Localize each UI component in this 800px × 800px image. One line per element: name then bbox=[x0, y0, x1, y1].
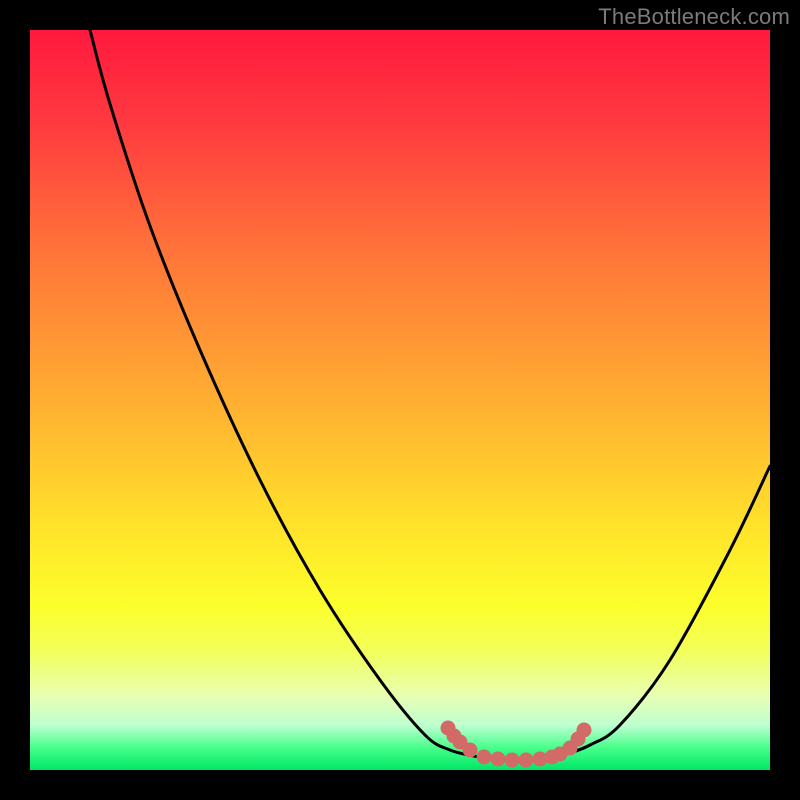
bottleneck-curve bbox=[90, 30, 770, 759]
accent-dot bbox=[505, 753, 520, 768]
accent-dot bbox=[491, 752, 506, 767]
accent-dots bbox=[441, 721, 592, 768]
accent-dot bbox=[463, 743, 478, 758]
accent-dot bbox=[577, 723, 592, 738]
accent-dot bbox=[477, 750, 492, 765]
chart-container: TheBottleneck.com bbox=[0, 0, 800, 800]
accent-dot bbox=[519, 753, 534, 768]
curve-layer bbox=[30, 30, 770, 770]
plot-area bbox=[30, 30, 770, 770]
watermark-text: TheBottleneck.com bbox=[598, 4, 790, 30]
